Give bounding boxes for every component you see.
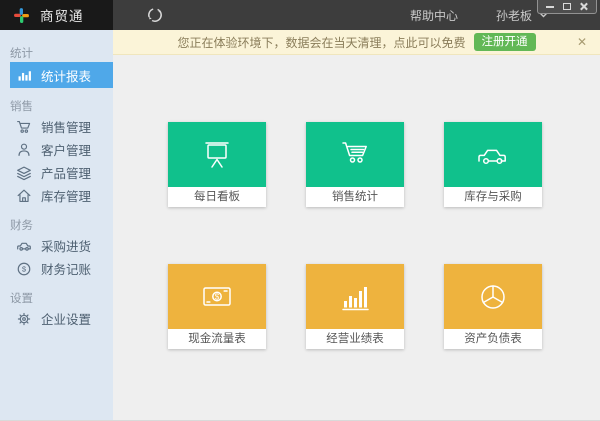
banner-message: 您正在体验环境下，数据会在当天清理，点此可以免费: [177, 34, 465, 51]
minimize-icon[interactable]: [546, 6, 554, 8]
sidebar: 统计 统计报表 销售 销售管理 客户管理: [0, 30, 113, 420]
section-label-settings: 设置: [10, 291, 113, 307]
sidebar-item-label: 财务记账: [41, 259, 91, 278]
shopping-cart-icon: [15, 118, 33, 136]
app-logo: 商贸通: [0, 0, 113, 30]
refresh-icon[interactable]: [146, 6, 164, 24]
tile-balance-sheet[interactable]: 资产负债表: [444, 264, 542, 349]
tile-inventory-purchasing[interactable]: 库存与采购: [444, 122, 542, 207]
sidebar-item-purchasing[interactable]: 采购进货: [0, 234, 113, 257]
tile-label: 每日看板: [168, 187, 266, 207]
person-icon: [15, 141, 33, 159]
maximize-icon[interactable]: [563, 3, 571, 10]
sidebar-item-bookkeeping[interactable]: $ 财务记账: [0, 257, 113, 280]
sidebar-item-label: 销售管理: [41, 117, 91, 136]
sidebar-item-customer-management[interactable]: 客户管理: [0, 138, 113, 161]
bar-chart-icon: [306, 264, 404, 329]
svg-text:$: $: [215, 292, 220, 301]
car-icon: [444, 122, 542, 187]
tile-sales-statistics[interactable]: 销售统计: [306, 122, 404, 207]
dashboard-tiles: 每日看板 销售统计 库存与采购: [168, 122, 542, 349]
section-label-sales: 销售: [10, 99, 113, 115]
section-label-statistics: 统计: [10, 46, 113, 62]
tile-cash-flow-statement[interactable]: $ 现金流量表: [168, 264, 266, 349]
sidebar-item-inventory-management[interactable]: 库存管理: [0, 184, 113, 207]
tile-label: 经营业绩表: [306, 329, 404, 349]
dollar-circle-icon: $: [15, 260, 33, 278]
tile-label: 现金流量表: [168, 329, 266, 349]
tile-label: 资产负债表: [444, 329, 542, 349]
sidebar-item-label: 企业设置: [41, 309, 91, 328]
pie-chart-icon: [444, 264, 542, 329]
section-label-finance: 财务: [10, 218, 113, 234]
sidebar-item-product-management[interactable]: 产品管理: [0, 161, 113, 184]
topbar: 商贸通 帮助中心 孙老板: [0, 0, 600, 30]
sidebar-item-label: 采购进货: [41, 236, 91, 255]
app-title: 商贸通: [40, 5, 84, 25]
home-icon: [15, 187, 33, 205]
tile-label: 销售统计: [306, 187, 404, 207]
presentation-board-icon: [168, 122, 266, 187]
banner-close-icon[interactable]: ✕: [577, 36, 587, 48]
layers-icon: [15, 164, 33, 182]
sidebar-item-label: 客户管理: [41, 140, 91, 159]
bar-chart-icon: [15, 67, 33, 84]
sidebar-item-company-settings[interactable]: 企业设置: [0, 307, 113, 330]
trial-banner: 您正在体验环境下，数据会在当天清理，点此可以免费 注册开通 ✕: [113, 30, 600, 55]
window-controls: [537, 0, 597, 14]
banknote-icon: $: [168, 264, 266, 329]
tile-daily-dashboard[interactable]: 每日看板: [168, 122, 266, 207]
tile-operating-performance[interactable]: 经营业绩表: [306, 264, 404, 349]
sidebar-item-label: 产品管理: [41, 163, 91, 182]
sidebar-item-statistics-report[interactable]: 统计报表: [10, 62, 113, 88]
sidebar-item-sales-management[interactable]: 销售管理: [0, 115, 113, 138]
help-center-link[interactable]: 帮助中心: [410, 7, 458, 24]
close-icon[interactable]: [580, 3, 588, 11]
gear-icon: [15, 310, 33, 328]
register-button[interactable]: 注册开通: [474, 33, 536, 51]
user-name: 孙老板: [496, 7, 532, 24]
sidebar-item-label: 库存管理: [41, 186, 91, 205]
tile-label: 库存与采购: [444, 187, 542, 207]
sidebar-item-label: 统计报表: [41, 66, 91, 85]
svg-text:$: $: [22, 264, 27, 273]
shopping-cart-icon: [306, 122, 404, 187]
car-icon: [15, 237, 33, 255]
pinwheel-logo-icon: [13, 7, 30, 24]
